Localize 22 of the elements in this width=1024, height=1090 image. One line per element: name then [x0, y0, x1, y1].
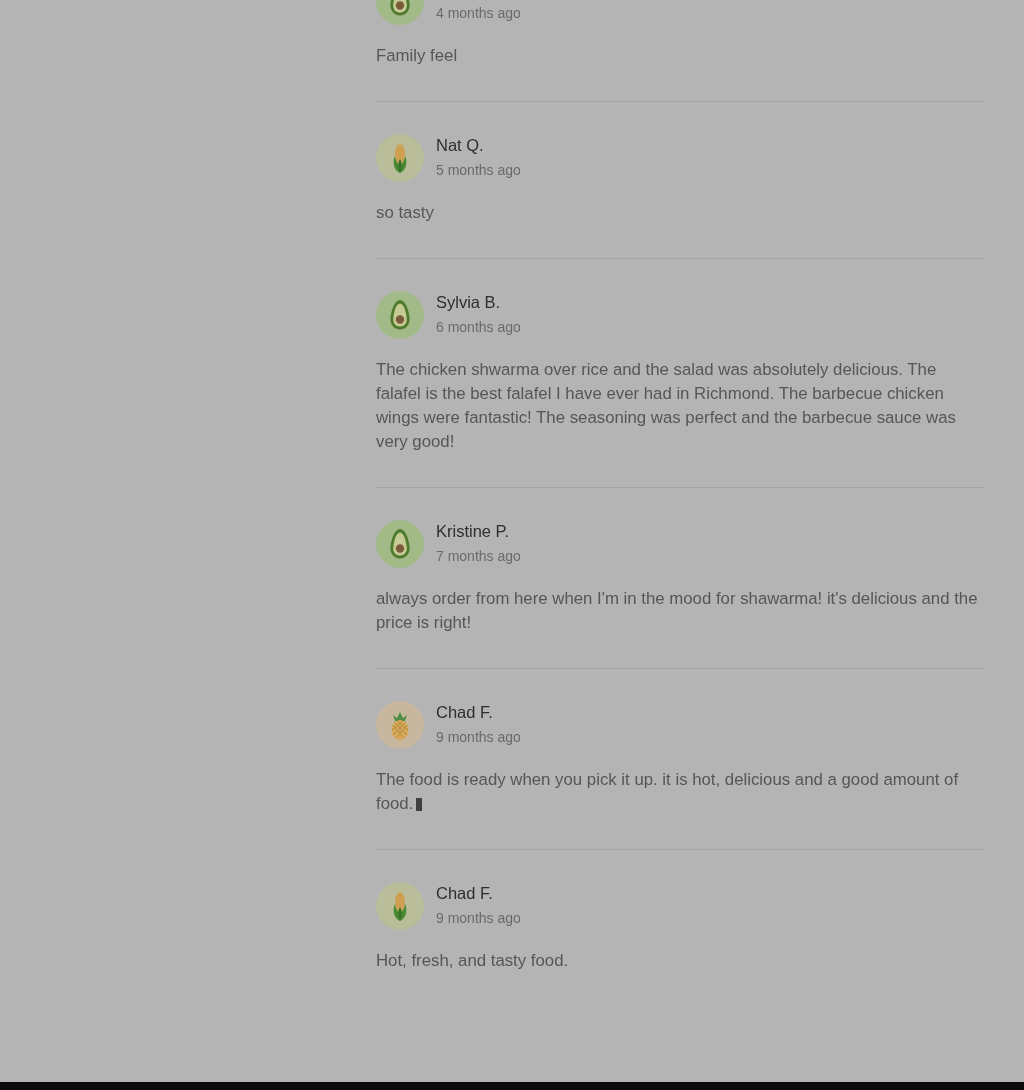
reviewer-name: Kristine P.: [436, 521, 510, 542]
review-date: 9 months ago: [436, 909, 521, 927]
reviewer-name: Nat Q.: [436, 135, 484, 156]
review-text: The food is ready when you pick it up. it is hot, delicious and a good amount of food.: [376, 770, 959, 813]
corn-icon: [376, 882, 424, 930]
review-date: 5 months ago: [436, 161, 521, 179]
reviewer-name: Chad F.: [436, 702, 493, 723]
avocado-icon: [376, 291, 424, 339]
reviewer-name: Sylvia B.: [436, 292, 501, 313]
review-text: The chicken shwarma over rice and the salad was absolutely delicious. The falafel is the best falafel I have ever had in Richmond. The barbecue chicken wings were fantastic! The seasoning was perfect and the barbecue sauce was very good!: [376, 360, 956, 451]
review-date: 7 months ago: [436, 547, 521, 565]
review-text: always order from here when I'm in the mood for shawarma! it's delicious and the price is right!: [376, 589, 978, 632]
review-text: so tasty: [376, 203, 434, 222]
review-date: 9 months ago: [436, 728, 521, 746]
reviewer-name: Chad F.: [436, 883, 493, 904]
review-date: 4 months ago: [436, 4, 521, 22]
pineapple-icon: [376, 701, 424, 749]
review-text: Family feel: [376, 46, 458, 65]
review-text: Hot, fresh, and tasty food.: [376, 951, 569, 970]
avocado-icon: [376, 520, 424, 568]
corn-icon: [376, 134, 424, 182]
review-date: 6 months ago: [436, 318, 521, 336]
